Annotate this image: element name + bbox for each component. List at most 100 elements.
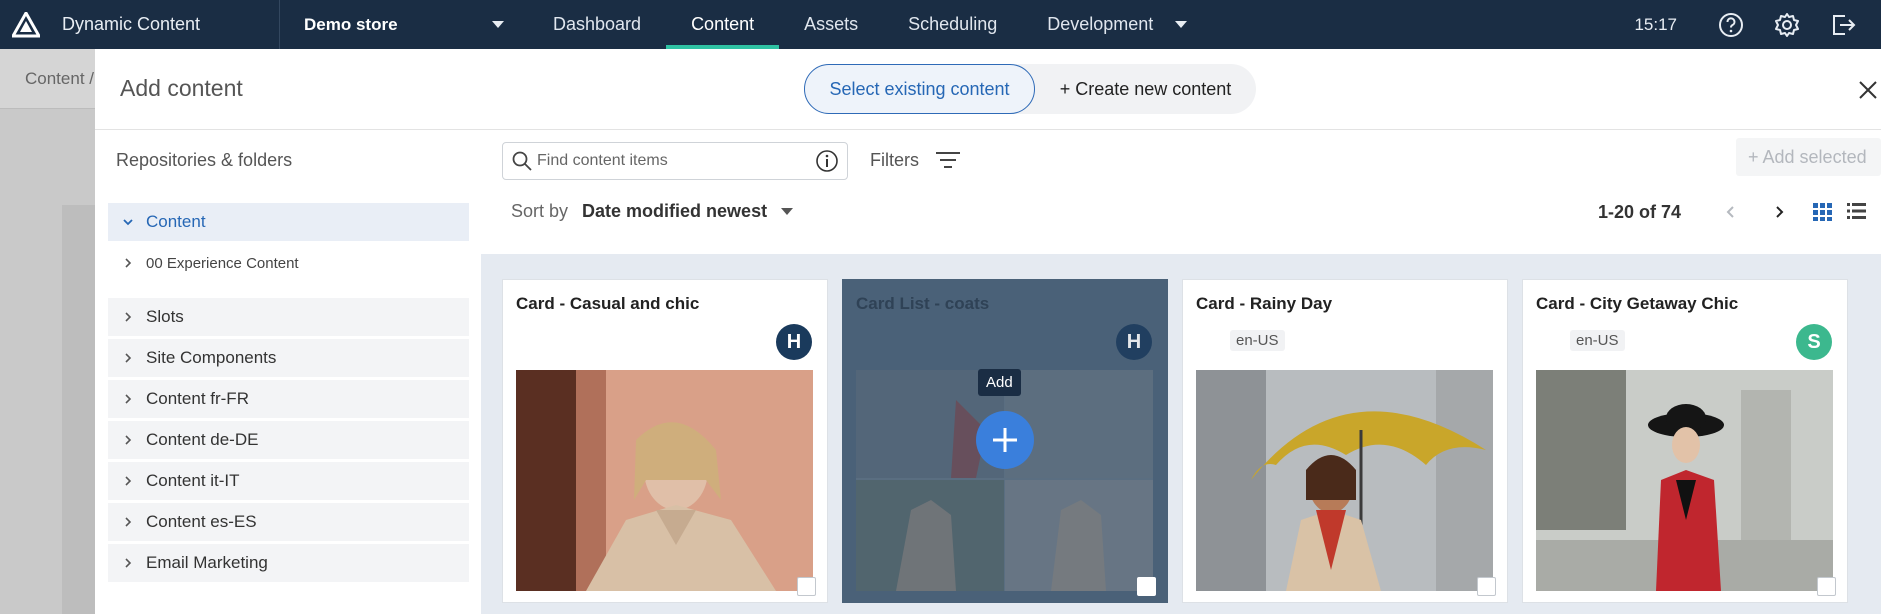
locale-badge: en-US [1570, 330, 1625, 351]
sidebar-item-content-de-de[interactable]: Content de-DE [108, 421, 469, 459]
app-name: Dynamic Content [62, 14, 201, 34]
sidebar-item-content-it-it[interactable]: Content it-IT [108, 462, 469, 500]
amplience-logo-icon [12, 11, 40, 39]
sort-label: Sort by [511, 201, 569, 221]
repositories-sidebar: Repositories & folders Content 00 Experi… [95, 130, 481, 614]
tab-development-label: Development [1047, 14, 1154, 34]
content-mode-toggle: Select existing content + Create new con… [804, 64, 1256, 114]
sidebar-item-label: Content [146, 212, 206, 231]
avatar: H [1116, 324, 1152, 360]
brand[interactable]: Dynamic Content [0, 0, 280, 49]
card-title: Card - Rainy Day [1196, 294, 1333, 313]
chevron-right-icon[interactable] [120, 555, 136, 571]
content-grid: Card - Casual and chic H Card List - coa… [481, 254, 1881, 614]
top-right-controls: 15:17 [1634, 0, 1881, 49]
chevron-down-icon [1175, 21, 1188, 28]
select-checkbox[interactable] [1817, 577, 1836, 596]
list-view-icon[interactable] [1844, 199, 1870, 225]
tab-scheduling[interactable]: Scheduling [883, 0, 1022, 49]
card-thumbnail [1536, 370, 1833, 591]
tab-content[interactable]: Content [666, 0, 780, 49]
clock: 15:17 [1634, 14, 1677, 34]
folder-tree: Content 00 Experience Content Slots Site… [108, 203, 469, 585]
content-card[interactable]: Card - City Getaway Chic en-US S [1522, 279, 1848, 603]
background-panel [62, 205, 95, 614]
tab-assets[interactable]: Assets [779, 0, 883, 49]
sidebar-item-email-marketing[interactable]: Email Marketing [108, 544, 469, 582]
chevron-right-icon[interactable] [120, 473, 136, 489]
add-button[interactable] [976, 411, 1034, 469]
pagination-count: 1-20 of 74 [1598, 202, 1682, 222]
sidebar-item-slots[interactable]: Slots [108, 298, 469, 336]
filters-button[interactable]: Filters [870, 149, 961, 171]
info-icon[interactable] [815, 149, 839, 173]
grid-view-icon[interactable] [1810, 199, 1836, 225]
sidebar-item-label: 00 Experience Content [146, 254, 299, 272]
create-new-content-button[interactable]: + Create new content [1035, 64, 1256, 114]
card-thumbnail [516, 370, 813, 591]
sidebar-item-label: Site Components [146, 348, 277, 367]
next-page-icon[interactable] [1766, 199, 1792, 225]
search-box [502, 142, 848, 180]
content-card[interactable]: Card - Rainy Day en-US [1182, 279, 1508, 603]
filters-label: Filters [870, 149, 919, 170]
card-title: Card - Casual and chic [516, 294, 700, 313]
main-nav-tabs: Dashboard Content Assets Scheduling Deve… [528, 0, 1212, 49]
sort-value[interactable]: Date modified newest [582, 201, 767, 222]
sidebar-item-label: Email Marketing [146, 553, 268, 572]
select-checkbox[interactable] [797, 577, 816, 596]
plus-icon [993, 428, 1017, 452]
close-icon[interactable] [1855, 77, 1881, 103]
hover-overlay [856, 370, 1153, 591]
sidebar-item-content[interactable]: Content [108, 203, 469, 241]
store-selector[interactable]: Demo store [280, 0, 528, 49]
previous-page-icon[interactable] [1718, 199, 1744, 225]
sidebar-item-label: Content it-IT [146, 471, 240, 490]
chevron-right-icon[interactable] [120, 391, 136, 407]
dialog-header: Add content Select existing content + Cr… [95, 49, 1881, 130]
sort-control[interactable]: Sort by Date modified newest [511, 201, 794, 222]
sidebar-item-content-fr-fr[interactable]: Content fr-FR [108, 380, 469, 418]
card-title: Card - City Getaway Chic [1536, 294, 1739, 313]
chevron-down-icon[interactable] [781, 208, 794, 215]
chevron-down-icon [492, 21, 504, 28]
add-selected-button[interactable]: + Add selected [1736, 138, 1881, 176]
chevron-down-icon[interactable] [120, 214, 136, 230]
content-card[interactable]: Card - Casual and chic H [502, 279, 828, 603]
select-checkbox[interactable] [1137, 577, 1156, 596]
filter-icon [936, 152, 960, 168]
gear-icon[interactable] [1773, 11, 1801, 39]
store-label: Demo store [304, 14, 398, 34]
sidebar-item-label: Slots [146, 307, 184, 326]
sidebar-item-label: Content fr-FR [146, 389, 249, 408]
tab-dashboard[interactable]: Dashboard [528, 0, 666, 49]
chevron-right-icon[interactable] [120, 514, 136, 530]
sidebar-heading: Repositories & folders [116, 150, 293, 170]
card-thumbnail [1196, 370, 1493, 591]
card-thumbnail [856, 370, 1153, 591]
tab-development[interactable]: Development [1022, 0, 1212, 49]
chevron-right-icon[interactable] [120, 350, 136, 366]
chevron-right-icon[interactable] [120, 309, 136, 325]
search-input[interactable] [537, 152, 815, 170]
search-icon [512, 151, 532, 171]
help-icon[interactable] [1717, 11, 1745, 39]
avatar: S [1796, 324, 1832, 360]
card-title: Card List - coats [856, 294, 990, 313]
avatar: H [776, 324, 812, 360]
add-content-dialog: Add content Select existing content + Cr… [95, 49, 1881, 614]
sidebar-item-content-es-es[interactable]: Content es-ES [108, 503, 469, 541]
select-existing-content-button[interactable]: Select existing content [804, 64, 1035, 114]
chevron-right-icon[interactable] [120, 255, 136, 271]
content-card[interactable]: Card List - coats H Add [842, 279, 1168, 603]
logout-icon[interactable] [1829, 11, 1857, 39]
sidebar-item-site-components[interactable]: Site Components [108, 339, 469, 377]
sidebar-item-label: Content de-DE [146, 430, 259, 449]
breadcrumb-text: Content / [25, 69, 94, 88]
locale-badge: en-US [1230, 330, 1285, 351]
select-checkbox[interactable] [1477, 577, 1496, 596]
add-tooltip: Add [978, 369, 1021, 396]
chevron-right-icon[interactable] [120, 432, 136, 448]
sidebar-item-experience-content[interactable]: 00 Experience Content [108, 244, 469, 282]
top-nav-bar: Dynamic Content Demo store Dashboard Con… [0, 0, 1881, 49]
